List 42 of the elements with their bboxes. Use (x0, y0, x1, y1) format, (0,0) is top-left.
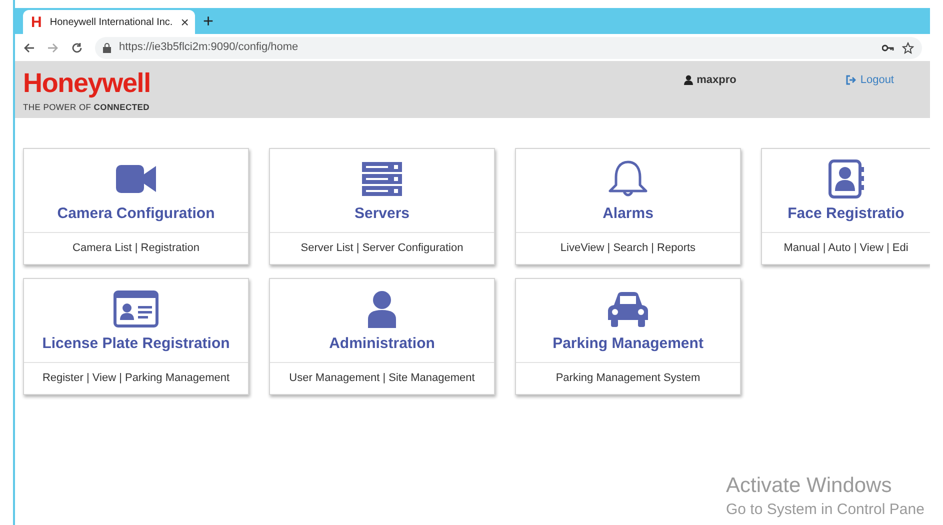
brand-logo: Honeywell (23, 68, 150, 98)
tab-title: Honeywell International Inc. (50, 16, 173, 30)
activation-text: Go to System in Control Pane (726, 500, 924, 520)
card-links[interactable]: Register | View | Parking Management (42, 370, 230, 387)
address-bar[interactable]: https://ie3b5flci2m:9090/config/home (95, 36, 922, 58)
card-title: Parking Management (552, 334, 704, 354)
card-title: Alarms (602, 204, 654, 224)
card-title: Camera Configuration (57, 204, 215, 224)
reload-icon[interactable] (71, 42, 83, 54)
id-card-icon (113, 289, 159, 330)
username: maxpro (696, 73, 736, 88)
card-links[interactable]: Manual | Auto | View | Edi (784, 240, 908, 257)
card-links[interactable]: User Management | Site Management (289, 370, 475, 387)
browser-tab[interactable]: H Honeywell International Inc. × (23, 10, 195, 34)
tab-close-button[interactable]: × (180, 15, 189, 29)
brand-tagline: THE POWER OF CONNECTED (23, 101, 150, 114)
module-card[interactable]: Administration User Management | Site Management (269, 278, 495, 395)
module-card[interactable]: Parking Management Parking Management System (515, 278, 741, 395)
module-card[interactable]: Camera Configuration Camera List | Registration (23, 148, 249, 265)
card-links[interactable]: LiveView | Search | Reports (560, 240, 696, 257)
module-card[interactable]: Alarms LiveView | Search | Reports (515, 148, 741, 265)
car-icon (605, 289, 651, 330)
star-icon[interactable] (902, 42, 914, 54)
user-icon (684, 75, 693, 86)
card-title: Servers (354, 204, 410, 224)
card-links[interactable]: Parking Management System (556, 370, 700, 387)
card-links[interactable]: Camera List | Registration (72, 240, 200, 257)
card-links[interactable]: Server List | Server Configuration (300, 240, 464, 257)
key-icon[interactable] (882, 44, 894, 52)
module-card[interactable]: Servers Server List | Server Configuration (269, 148, 495, 265)
activation-title: Activate Windows (726, 473, 893, 499)
card-title: License Plate Registration (42, 334, 230, 354)
back-icon[interactable] (23, 42, 35, 54)
card-title: Administration (329, 334, 435, 354)
logout-icon (846, 75, 856, 86)
card-title: Face Registratio (788, 204, 904, 224)
module-card[interactable]: Face Registratio Manual | Auto | View | Edi (761, 148, 930, 265)
tab-favicon: H (31, 14, 42, 30)
module-card[interactable]: License Plate Registration Register | View | Parking Management (23, 278, 249, 395)
new-tab-button[interactable]: + (203, 12, 214, 34)
url-text: https://ie3b5flci2m:9090/config/home (119, 40, 300, 56)
lock-icon (103, 42, 111, 52)
